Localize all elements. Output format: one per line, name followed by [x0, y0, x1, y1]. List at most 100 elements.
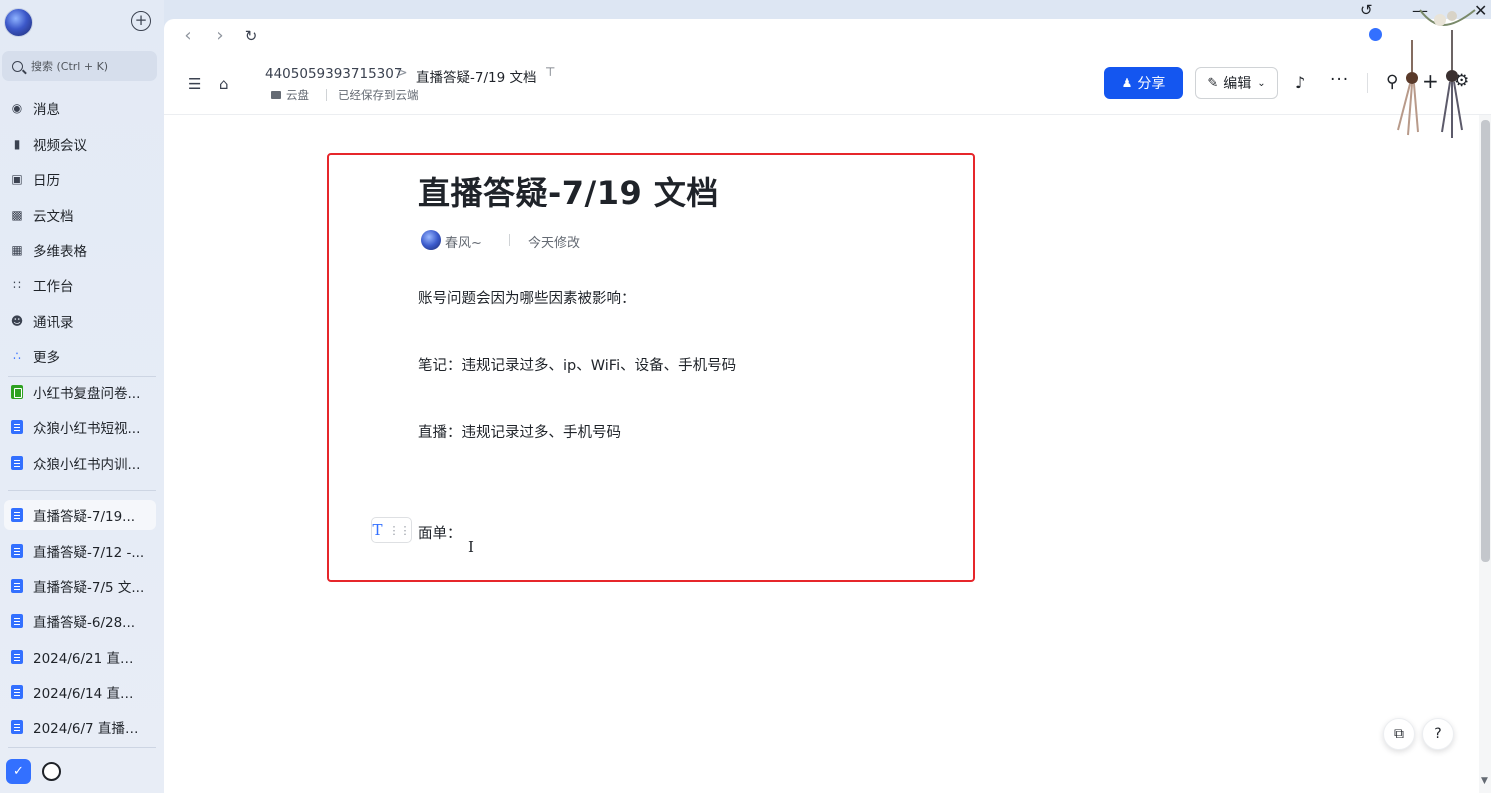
calendar-icon: ▣ [11, 172, 23, 186]
paragraph[interactable]: 账号问题会因为哪些因素被影响： [418, 287, 636, 308]
sidebar-item-label: 众狼小红书短视... [33, 421, 141, 437]
modified-time: 今天修改 [528, 236, 581, 251]
author-avatar[interactable] [421, 230, 441, 250]
meta-divider [509, 234, 510, 246]
search-input[interactable]: 搜索 (Ctrl + K) [2, 51, 157, 81]
sidebar-item-label: 通讯录 [33, 315, 74, 331]
breadcrumb-doc-title[interactable]: 直播答疑-7/19 文档 [416, 66, 536, 86]
back-icon[interactable]: ‹ [178, 25, 198, 46]
users-icon: ♟ [1121, 76, 1133, 90]
more-apps-icon: ∴ [13, 349, 21, 363]
sidebar-item-video-meeting[interactable]: ▮ 视频会议 [4, 129, 156, 159]
location-label[interactable]: 云盘 [286, 87, 309, 103]
sidebar-item-label: 2024/6/21 直播... [33, 651, 145, 667]
outline-toggle-icon[interactable]: ☰ [188, 75, 201, 93]
more-options-icon[interactable]: ··· [1330, 70, 1349, 90]
doc-icon [10, 544, 24, 558]
create-new-plus-icon[interactable]: + [131, 11, 151, 31]
sidebar-item-label: 小红书复盘问卷... [33, 386, 141, 402]
sidebar-recent-item[interactable]: 2024/6/14 直播... [4, 677, 156, 707]
doc-header: ☰ ⌂ 4405059393715307 > 直播答疑-7/19 文档 ⊤ 云盘… [164, 53, 1491, 115]
breadcrumb-workspace[interactable]: 4405059393715307 [265, 66, 402, 82]
share-button[interactable]: ♟ 分享 [1104, 67, 1183, 99]
sidebar-pinned-item[interactable]: 小红书复盘问卷... [4, 377, 156, 407]
search-placeholder: 搜索 (Ctrl + K) [31, 60, 109, 73]
sidebar-item-label: 直播答疑-7/19... [33, 509, 136, 525]
doc-icon [10, 650, 24, 664]
refresh-icon[interactable]: ↻ [241, 27, 261, 45]
history-icon[interactable]: ↺ [1360, 1, 1373, 19]
scroll-down-arrow-icon[interactable]: ▼ [1481, 776, 1488, 786]
chevron-down-icon: ⌄ [1257, 77, 1266, 89]
share-button-label: 分享 [1137, 76, 1166, 92]
sidebar-recent-item[interactable]: 直播答疑-7/12 -... [4, 536, 156, 566]
forward-icon[interactable]: › [210, 25, 230, 46]
header-divider [1367, 73, 1368, 93]
sidebar-item-messages[interactable]: ◉ 消息 [4, 93, 156, 123]
sidebar: + 搜索 (Ctrl + K) ◉ 消息 ▮ 视频会议 ▣ 日历 ▩ 云文档 ▦… [0, 0, 164, 793]
paragraph[interactable]: 直播：违规记录过多、手机号码 [418, 421, 621, 442]
app-logo-icon[interactable]: ✓ [6, 759, 31, 784]
help-icon[interactable]: ? [1422, 718, 1454, 750]
sidebar-item-label: 直播答疑-6/28... [33, 615, 136, 631]
status-ring-icon[interactable] [42, 762, 61, 781]
sidebar-item-base[interactable]: ▦ 多维表格 [4, 235, 156, 265]
sidebar-item-label: 日历 [33, 173, 60, 189]
paragraph[interactable]: 笔记：违规记录过多、ip、WiFi、设备、手机号码 [418, 354, 736, 375]
sidebar-item-label: 直播答疑-7/5 文... [33, 580, 145, 596]
copy-link-icon[interactable]: ⧉ [1383, 718, 1415, 750]
sidebar-item-workplace[interactable]: ∷ 工作台 [4, 270, 156, 300]
browser-toolbar: ‹ › ↻ ↺ — ✕ [164, 1, 1491, 53]
chat-bubbles-icon: ◉ [11, 101, 23, 115]
sidebar-item-label: 直播答疑-7/12 -... [33, 545, 145, 561]
document-title[interactable]: 直播答疑-7/19 文档 [418, 168, 719, 214]
scrollbar-thumb[interactable] [1481, 120, 1490, 562]
home-icon[interactable]: ⌂ [219, 75, 229, 93]
sidebar-pinned-item[interactable]: 众狼小红书内训... [4, 448, 156, 478]
sidebar-recent-item[interactable]: 直播答疑-6/28... [4, 606, 156, 636]
pin-icon[interactable]: ⊤ [545, 65, 555, 79]
edit-mode-button[interactable]: ✎ 编辑 ⌄ [1195, 67, 1278, 99]
video-camera-icon: ▮ [13, 137, 21, 151]
drag-handle-icon[interactable]: ⋮⋮ [389, 524, 411, 537]
search-icon [12, 60, 23, 72]
doc-icon [10, 720, 24, 734]
header-divider [326, 89, 327, 101]
user-avatar[interactable] [4, 8, 33, 37]
doc-icon [10, 579, 24, 593]
sidebar-recent-item-active[interactable]: 直播答疑-7/19... [4, 500, 156, 530]
bell-icon[interactable]: ♪ [1295, 73, 1305, 92]
sidebar-item-label: 云文档 [33, 209, 74, 225]
sidebar-item-label: 多维表格 [33, 244, 87, 260]
sidebar-pinned-item[interactable]: 众狼小红书短视... [4, 412, 156, 442]
text-cursor-icon: I [468, 538, 474, 556]
doc-icon [10, 508, 24, 522]
sidebar-item-label: 视频会议 [33, 138, 87, 154]
workplace-grid-icon: ∷ [13, 278, 21, 292]
sidebar-item-label: 2024/6/14 直播... [33, 686, 145, 702]
author-name[interactable]: 春风~ [445, 232, 482, 251]
cloud-docs-icon: ▩ [11, 208, 23, 222]
paragraph-active[interactable]: 面单： [418, 522, 462, 543]
sidebar-recent-item[interactable]: 2024/6/7 直播复... [4, 712, 156, 742]
doc-icon [10, 420, 24, 434]
sidebar-item-contacts[interactable]: ☻ 通讯录 [4, 306, 156, 336]
block-type-handle[interactable]: T ⋮⋮ [371, 517, 412, 543]
sidebar-item-label: 消息 [33, 102, 60, 118]
sidebar-item-label: 更多 [33, 350, 60, 366]
doc-icon [10, 456, 24, 470]
sidebar-item-more[interactable]: ∴ 更多 [4, 341, 156, 371]
sidebar-item-cloud-docs[interactable]: ▩ 云文档 [4, 200, 156, 230]
text-block-icon: T [372, 521, 383, 539]
sheet-icon [10, 385, 24, 399]
sidebar-item-calendar[interactable]: ▣ 日历 [4, 164, 156, 194]
sidebar-recent-item[interactable]: 直播答疑-7/5 文... [4, 571, 156, 601]
tassel-decoration-icon [1397, 9, 1476, 138]
sidebar-divider [8, 747, 156, 748]
sidebar-item-label: 工作台 [33, 279, 74, 295]
breadcrumb-separator: > [396, 65, 408, 81]
edit-button-label: 编辑 [1223, 76, 1252, 92]
sidebar-recent-item[interactable]: 2024/6/21 直播... [4, 642, 156, 672]
doc-icon [10, 614, 24, 628]
base-table-icon: ▦ [11, 243, 23, 257]
